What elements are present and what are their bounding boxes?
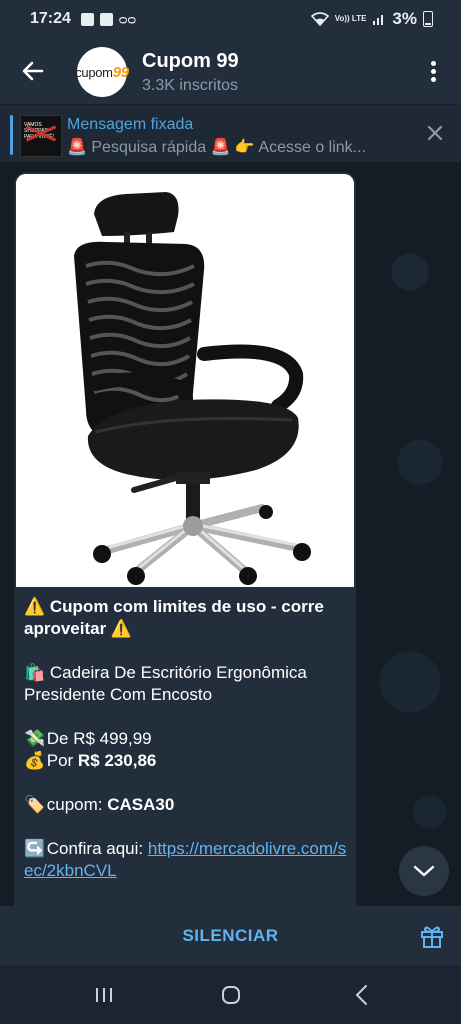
office-chair-image <box>16 174 354 587</box>
chevron-down-icon <box>413 865 435 877</box>
gift-icon[interactable] <box>419 923 445 949</box>
pinned-preview: 🚨 Pesquisa rápida 🚨 👉 Acesse o link... <box>67 139 367 156</box>
return-arrow-icon: ↪️ <box>24 839 46 858</box>
message-text: ⚠️ Cupom com limites de uso - corre apro… <box>24 596 349 882</box>
home-icon[interactable] <box>221 985 241 1005</box>
battery-icon <box>423 11 433 27</box>
link-line: ↪️ Confira aqui: https://mercadolivre.co… <box>24 839 347 880</box>
recent-apps-icon[interactable] <box>94 986 114 1004</box>
notification-icons: ᴑᴑ <box>80 11 136 27</box>
mute-button[interactable]: SILENCIAR <box>0 926 461 946</box>
coupon-line: 🏷️ cupom: CASA30 <box>24 795 175 814</box>
original-price: 💸 De R$ 499,99 <box>24 729 152 748</box>
product-image[interactable] <box>16 174 354 587</box>
avatar-logo: cupom99 <box>75 63 129 81</box>
message-bubble[interactable]: ⚠️ Cupom com limites de uso - corre apro… <box>14 172 356 906</box>
sale-price: 💰 Por R$ 230,86 <box>24 751 157 770</box>
pinned-title: Mensagem fixada <box>67 116 194 133</box>
status-right: Vo)) LTE 3% <box>310 9 433 29</box>
status-time: 17:24 <box>30 10 71 27</box>
message-headline: ⚠️ Cupom com limites de uso - corre apro… <box>24 597 324 638</box>
status-bar: 17:24 ᴑᴑ Vo)) LTE 3% <box>0 0 461 38</box>
scroll-down-button[interactable] <box>399 846 449 896</box>
more-options-icon[interactable] <box>423 58 443 88</box>
coupon-code[interactable]: CASA30 <box>107 795 174 814</box>
chat-area[interactable]: ⚠️ Cupom com limites de uso - corre apro… <box>0 162 461 906</box>
close-icon[interactable] <box>425 123 445 143</box>
signal-icon <box>373 15 384 25</box>
channel-bottom-bar: SILENCIAR <box>0 906 461 966</box>
wifi-icon <box>310 12 329 26</box>
network-label: Vo)) LTE <box>334 14 367 23</box>
pinned-indicator <box>10 115 13 155</box>
money-bag-icon: 💰 <box>24 751 46 770</box>
voicemail-icon: ᴑᴑ <box>118 11 136 27</box>
chat-header: cupom99 Cupom 99 3.3K inscritos <box>0 38 461 104</box>
pinned-thumbnail: VAMOS SHOPPAR PARA VOCÊ! <box>20 115 62 157</box>
nav-back-icon[interactable] <box>352 984 372 1006</box>
tag-icon: 🏷️ <box>24 795 46 814</box>
subscriber-count: 3.3K inscritos <box>142 77 239 94</box>
system-nav-bar <box>0 966 461 1024</box>
money-wings-icon: 💸 <box>24 729 46 748</box>
channel-avatar[interactable]: cupom99 <box>75 47 129 97</box>
back-arrow-icon[interactable] <box>18 56 48 86</box>
image-icon <box>80 12 94 26</box>
product-title: 🛍️ Cadeira De Escritório Ergonômica Pres… <box>24 663 307 704</box>
check-box-icon <box>99 12 113 26</box>
channel-name[interactable]: Cupom 99 <box>142 50 239 73</box>
battery-percent: 3% <box>392 9 417 28</box>
pinned-message-bar[interactable]: VAMOS SHOPPAR PARA VOCÊ! Mensagem fixada… <box>0 104 461 163</box>
